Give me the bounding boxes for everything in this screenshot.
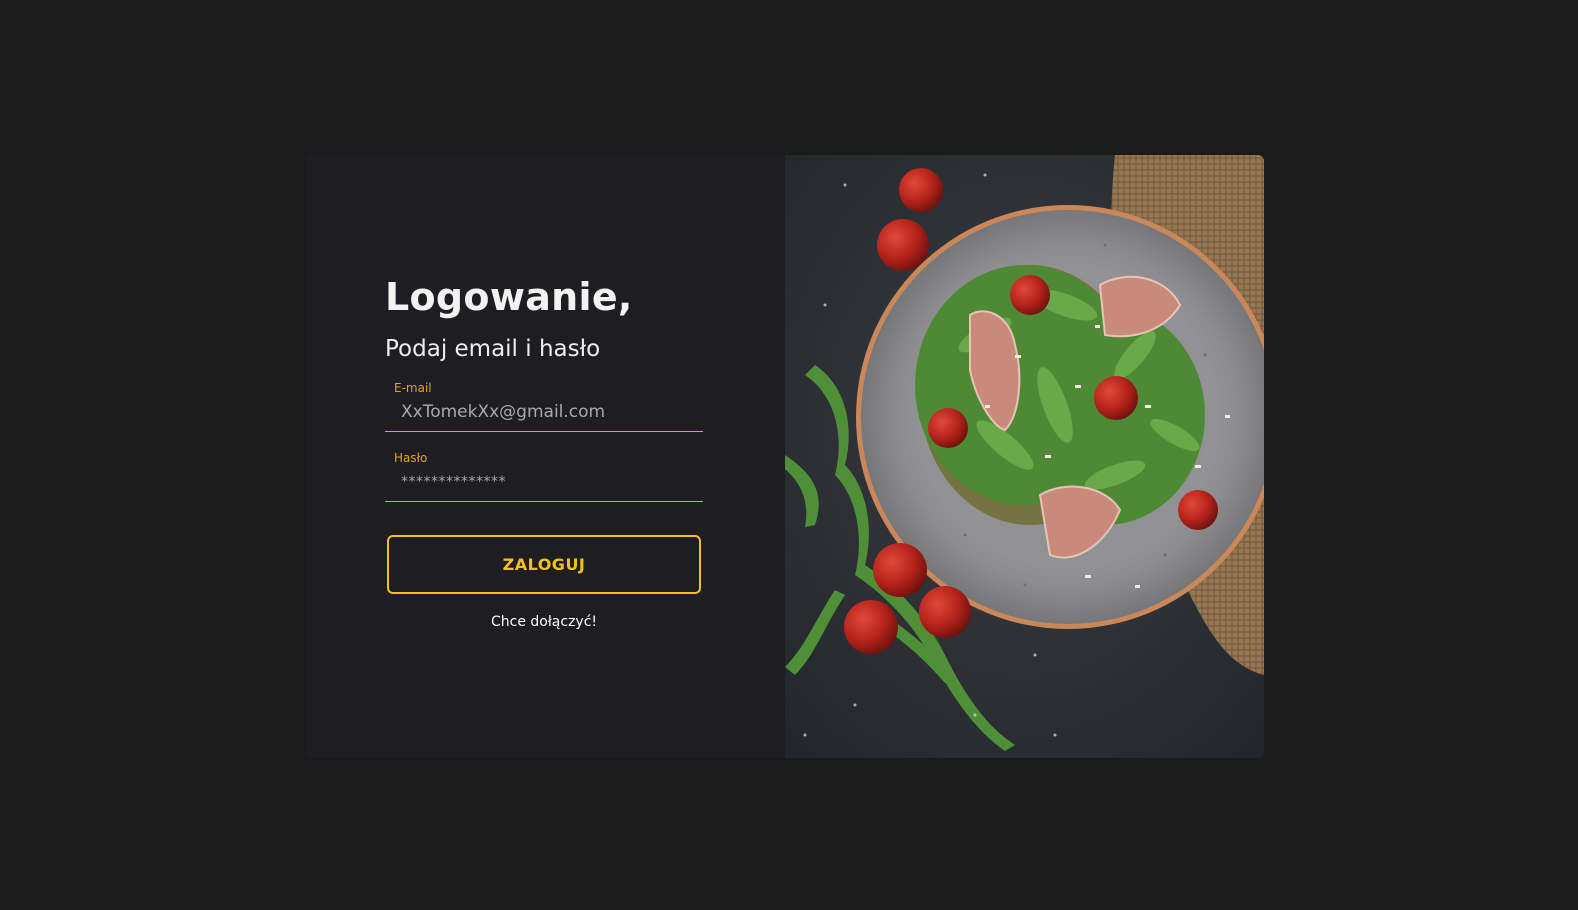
- email-input[interactable]: [393, 399, 701, 425]
- page-title: Logowanie,: [385, 275, 633, 319]
- salad-plate-photo: [785, 155, 1264, 758]
- page-subtitle: Podaj email i hasło: [385, 336, 601, 362]
- join-link[interactable]: Chce dołączyć!: [385, 614, 703, 630]
- email-label: E-mail: [394, 381, 432, 395]
- password-label: Hasło: [394, 451, 428, 465]
- salad-illustration: [785, 155, 1264, 758]
- password-input[interactable]: [393, 469, 701, 495]
- login-button[interactable]: ZALOGUJ: [387, 535, 701, 594]
- password-field-group: Hasło: [385, 447, 703, 502]
- login-card: Logowanie, Podaj email i hasło E-mail Ha…: [305, 155, 1264, 758]
- login-form-panel: Logowanie, Podaj email i hasło E-mail Ha…: [305, 155, 785, 758]
- email-field-group: E-mail: [385, 377, 703, 432]
